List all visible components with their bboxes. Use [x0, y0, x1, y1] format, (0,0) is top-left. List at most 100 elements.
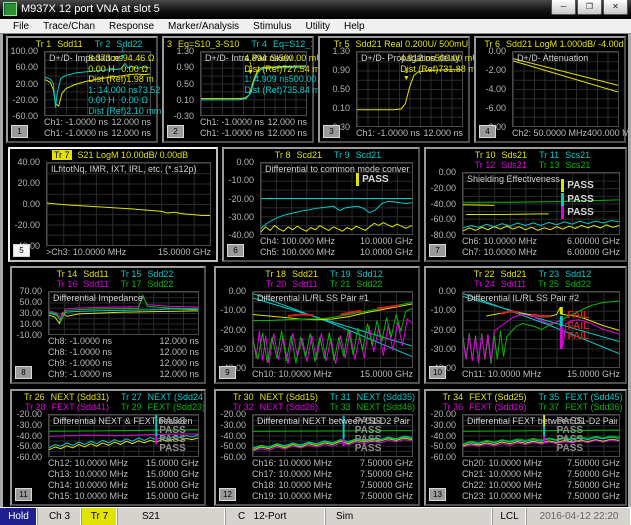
- status-active-channel[interactable]: Ch 3: [38, 508, 82, 525]
- trace-label[interactable]: Tr 33: [330, 402, 351, 412]
- status-hold[interactable]: Hold: [0, 508, 38, 525]
- trace-label[interactable]: Tr 29: [121, 402, 142, 412]
- stimulus-stop: 12.000 ns: [111, 117, 151, 128]
- channel-13-window[interactable]: Tr 34FEXT (Sdd25)Tr 35FEXT (Sdd45)Tr 36F…: [424, 389, 627, 506]
- channel-3-window[interactable]: Tr 5Sdd21 Real 0.200U/ 500mUD+/D- Propag…: [318, 36, 470, 143]
- trace-label[interactable]: Tr 35: [539, 392, 560, 402]
- readout-label: 8.373 ns: [88, 53, 123, 64]
- channel-12-window[interactable]: Tr 30NEXT (Sdd15)Tr 31NEXT (Sdd35)Tr 32N…: [214, 389, 420, 506]
- trace-label[interactable]: Tr 24: [474, 279, 495, 289]
- y-axis-tick-label: 0.00: [438, 167, 456, 177]
- trace-measurement: Sdd22: [356, 279, 382, 289]
- channel-10-window[interactable]: Tr 22Sdd21Tr 23Sdd12Tr 24Sdd11Tr 25Sdd22…: [424, 266, 627, 384]
- y-axis-labels: 0.00-10.00-20.00-30.00-40.00: [224, 162, 257, 235]
- channel-1-window[interactable]: Tr 1Sdd11Tr 2Sdd22D+/D- Impedance8.373 n…: [6, 36, 158, 143]
- channel-12-graticule: Differential NEXT between D1-D2 PairsPAS…: [252, 414, 413, 457]
- trace-label[interactable]: Tr 15: [121, 269, 142, 279]
- y-axis-tick-label: 0.50: [332, 84, 350, 94]
- trace-label[interactable]: Tr 4: [251, 39, 267, 49]
- channel-7-window[interactable]: Tr 10Sds21Tr 11Scs21Tr 12Sds21Tr 13Scs21…: [424, 147, 627, 262]
- trace-label[interactable]: Tr 12: [475, 160, 496, 170]
- stimulus-start: Ch1: -1.0000 ns: [356, 128, 420, 139]
- trace-label[interactable]: Tr 25: [538, 279, 559, 289]
- trace-label[interactable]: Tr 11: [539, 150, 559, 160]
- channel-5-window[interactable]: Tr 7S21 LogM 10.00dB/ 0.00dBILfitotNq, I…: [8, 147, 218, 262]
- trace-label[interactable]: Tr 16: [57, 279, 78, 289]
- y-axis-tick-label: -2.00: [485, 65, 506, 75]
- trace-measurement: Sdd21 LogM 1.000dB/ -4.00dB: [506, 39, 624, 49]
- y-axis-tick-label: 60.00: [15, 62, 38, 72]
- trace-label[interactable]: Tr 7: [52, 150, 72, 160]
- trace-label[interactable]: Tr 13: [539, 160, 560, 170]
- trace-label[interactable]: Tr 19: [330, 269, 351, 279]
- status-lcl: LCL: [493, 508, 527, 525]
- trace-measurement: Sdd11: [57, 39, 82, 49]
- status-datetime: 2016-04-12 22:20: [527, 508, 631, 525]
- trace-label[interactable]: Tr 20: [266, 279, 287, 289]
- stimulus-range-lines: >Ch3: 10.0000 MHz15.0000 GHz: [46, 247, 211, 258]
- y-axis-tick-label: -30.00: [220, 420, 246, 430]
- fail-text: FAIL: [568, 310, 590, 321]
- pass-text: PASS: [567, 207, 594, 218]
- marker-1[interactable]: 1▼: [403, 68, 410, 82]
- trace-label[interactable]: Tr 26: [24, 392, 45, 402]
- fail-text: FAIL: [568, 321, 590, 332]
- y-axis-tick-label: -30.00: [430, 420, 456, 430]
- readout-value: 1.98 m: [126, 74, 154, 85]
- trace-label[interactable]: Tr 23: [539, 269, 560, 279]
- trace-measurement: FEXT (Sdd45): [565, 392, 622, 402]
- stimulus-range-lines: Ch20: 10.0000 MHz7.50000 GHzCh21: 10.000…: [462, 458, 620, 502]
- trace-label[interactable]: Tr 8: [275, 150, 291, 160]
- trace-label[interactable]: Tr 34: [442, 392, 463, 402]
- stimulus-start: Ch6: 10.0000 MHz: [462, 236, 537, 247]
- trace-measurement: FEXT (Sdd36): [565, 402, 622, 412]
- channel-2-window[interactable]: Tr 3Eq=S10_3-S10Tr 4Eq=S12_11-S1D+/D- In…: [162, 36, 314, 143]
- stimulus-stop: 12.000 ns: [159, 358, 199, 369]
- channel-number-badge: 5: [13, 244, 30, 257]
- trace-plot-svg: [463, 292, 619, 367]
- trace-label[interactable]: Tr 21: [330, 279, 351, 289]
- marker-1[interactable]: 1▼: [247, 62, 254, 76]
- trace-label[interactable]: Tr 31: [330, 392, 351, 402]
- channel-6-window[interactable]: Tr 8Scd21Tr 9Scd21Differential to common…: [222, 147, 420, 262]
- y-axis-labels: 0.00-20.00-40.00-60.00-80.00: [426, 172, 459, 235]
- trace-plot-svg: [47, 163, 210, 245]
- pass-indicator: PASS: [561, 179, 594, 192]
- y-axis-tick-label: -30.00: [16, 420, 42, 430]
- trace-label[interactable]: Tr 18: [265, 269, 286, 279]
- trace-measurement: Sdd21: [292, 269, 318, 279]
- channel-11-window[interactable]: Tr 26NEXT (Sdd31)Tr 27NEXT (Sdd24)Tr 28F…: [10, 389, 206, 506]
- trace-label[interactable]: Tr 17: [121, 279, 142, 289]
- marker-1[interactable]: 1▼: [119, 47, 126, 61]
- fail-indicator: FAIL: [568, 310, 590, 321]
- trace-measurement: NEXT (Sdd31): [51, 392, 109, 402]
- stimulus-start: Ch22: 10.0000 MHz: [462, 480, 542, 491]
- vna-application-window: { "window": {"title": "M937X 12 port VNA…: [0, 0, 631, 525]
- trace-label[interactable]: Tr 27: [121, 392, 142, 402]
- y-axis-tick-label: 20.00: [15, 79, 38, 89]
- pass-indicator: PASS: [561, 206, 594, 219]
- channel-8-window[interactable]: Tr 14Sdd11Tr 15Sdd22Tr 16Sdd11Tr 17Sdd22…: [10, 266, 206, 384]
- channel-9-window[interactable]: Tr 18Sdd21Tr 19Sdd12Tr 20Sdd11Tr 21Sdd22…: [214, 266, 420, 384]
- trace-label[interactable]: Tr 3: [164, 39, 172, 49]
- y-axis-labels: 100.0060.0020.00-20.00-60.00: [8, 51, 41, 116]
- stimulus-start: Ch1: -1.0000 ns: [200, 128, 264, 139]
- trace-label[interactable]: Tr 14: [57, 269, 78, 279]
- trace-label[interactable]: Tr 30: [233, 392, 254, 402]
- trace-label[interactable]: Tr 9: [334, 150, 350, 160]
- y-axis-tick-label: -10.00: [220, 305, 246, 315]
- trace-measurement: NEXT (Sdd26): [260, 402, 318, 412]
- channel-number-badge: 3: [323, 125, 340, 138]
- trace-measurement: Sdd11: [292, 279, 317, 289]
- channel-4-window[interactable]: Tr 6Sdd21 LogM 1.000dB/ -4.00dBD+/D- Att…: [474, 36, 626, 143]
- y-axis-tick-label: -10.00: [228, 175, 254, 185]
- status-active-trace[interactable]: Tr 7: [82, 508, 118, 525]
- stimulus-start: Ch1: -1.0000 ns: [44, 128, 108, 139]
- trace-label[interactable]: Tr 10: [475, 150, 496, 160]
- trace-label[interactable]: Tr 22: [474, 269, 495, 279]
- trace-label[interactable]: Tr 37: [539, 402, 560, 412]
- trace-label[interactable]: Tr 2: [95, 39, 111, 49]
- stimulus-stop: 15.0000 GHz: [146, 469, 199, 480]
- y-axis-tick-label: 70.00: [19, 286, 42, 296]
- stimulus-stop: 15.0000 GHz: [146, 480, 199, 491]
